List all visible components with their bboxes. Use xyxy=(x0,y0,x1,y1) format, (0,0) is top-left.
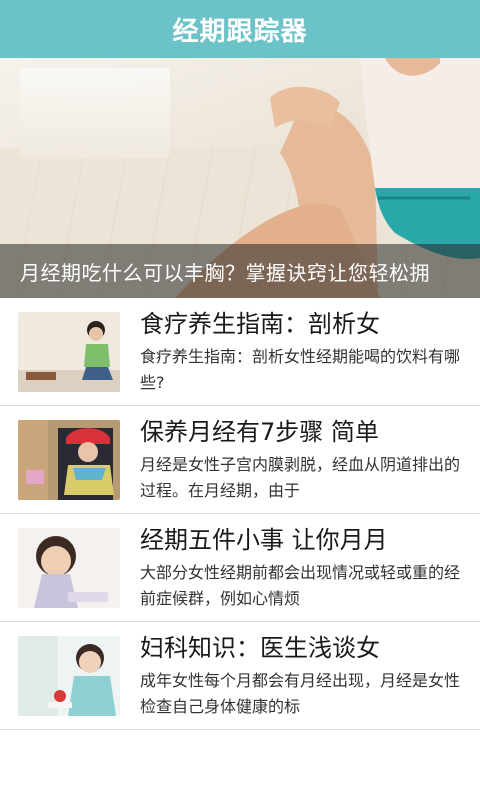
article-text: 保养月经有7步骤 简单 月经是女性子宫内膜剥脱，经血从阴道排出的过程。在月经期，… xyxy=(140,416,462,504)
article-headline: 食疗养生指南：剖析女 xyxy=(140,309,380,338)
article-thumbnail xyxy=(18,527,120,608)
app-title: 经期跟踪器 xyxy=(172,16,308,47)
title-bar: 经期跟踪器 xyxy=(0,0,480,58)
article-text: 食疗养生指南：剖析女 食疗养生指南：剖析女性经期能喝的饮料有哪些? xyxy=(140,308,462,396)
featured-banner[interactable]: 月经期吃什么可以丰胸？掌握诀窍让您轻松拥 xyxy=(0,58,480,298)
article-text: 经期五件小事 让你月月 大部分女性经期前都会出现情况或轻或重的经前症候群，例如心… xyxy=(140,524,462,612)
article-list: 食疗养生指南：剖析女 食疗养生指南：剖析女性经期能喝的饮料有哪些? 保养月经有7… xyxy=(0,298,480,730)
banner-caption-text: 月经期吃什么可以丰胸？掌握诀窍让您轻松拥 xyxy=(20,260,430,285)
article-thumbnail xyxy=(18,635,120,716)
article-headline: 经期五件小事 让你月月 xyxy=(140,525,388,554)
article-thumbnail xyxy=(18,311,120,392)
article-summary: 食疗养生指南：剖析女性经期能喝的饮料有哪些? xyxy=(140,346,461,392)
list-item[interactable]: 妇科知识：医生浅谈女 成年女性每个月都会有月经出现，月经是女性检查自己身体健康的… xyxy=(0,622,480,730)
list-item[interactable]: 经期五件小事 让你月月 大部分女性经期前都会出现情况或轻或重的经前症候群，例如心… xyxy=(0,514,480,622)
list-item[interactable]: 保养月经有7步骤 简单 月经是女性子宫内膜剥脱，经血从阴道排出的过程。在月经期，… xyxy=(0,406,480,514)
article-headline: 妇科知识：医生浅谈女 xyxy=(140,633,380,662)
article-summary: 大部分女性经期前都会出现情况或轻或重的经前症候群，例如心情烦 xyxy=(140,562,461,608)
article-summary: 月经是女性子宫内膜剥脱，经血从阴道排出的过程。在月经期，由于 xyxy=(140,454,461,500)
article-text: 妇科知识：医生浅谈女 成年女性每个月都会有月经出现，月经是女性检查自己身体健康的… xyxy=(140,632,462,720)
article-headline: 保养月经有7步骤 简单 xyxy=(140,417,379,446)
app-screen: 经期跟踪器 月经期吃什么可以丰胸？掌握诀窍让您轻松拥 食疗养生指南：剖析女 食疗… xyxy=(0,0,480,800)
article-thumbnail xyxy=(18,419,120,500)
article-summary: 成年女性每个月都会有月经出现，月经是女性检查自己身体健康的标 xyxy=(140,670,461,716)
list-item[interactable]: 食疗养生指南：剖析女 食疗养生指南：剖析女性经期能喝的饮料有哪些? xyxy=(0,298,480,406)
banner-caption: 月经期吃什么可以丰胸？掌握诀窍让您轻松拥 xyxy=(0,244,480,298)
